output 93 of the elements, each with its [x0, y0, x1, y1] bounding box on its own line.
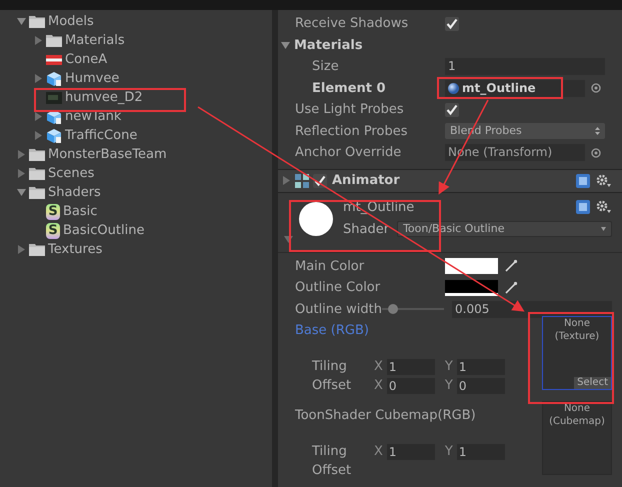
- property-label: Anchor Override: [295, 144, 402, 162]
- material-field[interactable]: mt_Outline: [445, 80, 585, 97]
- number-field[interactable]: 0: [386, 378, 435, 394]
- animator-icon: [294, 172, 310, 188]
- checkbox[interactable]: [445, 102, 459, 117]
- number-field[interactable]: 1: [445, 58, 605, 76]
- slot-text: (Cubemap): [549, 415, 605, 428]
- settings-icon[interactable]: [596, 174, 612, 188]
- property-label: Use Light Probes: [295, 101, 404, 119]
- object-picker-icon[interactable]: [591, 83, 601, 94]
- expanded-arrow-icon[interactable]: [284, 234, 293, 244]
- texture-icon: [46, 92, 62, 104]
- number-field[interactable]: 1: [456, 359, 505, 375]
- tree-item[interactable]: Basic: [63, 202, 98, 222]
- settings-icon[interactable]: [596, 200, 612, 214]
- number-field[interactable]: 1: [386, 359, 435, 375]
- tree-item[interactable]: Materials: [65, 30, 125, 50]
- slot-text: (Texture): [554, 330, 600, 343]
- property-label: Tiling: [312, 443, 348, 462]
- collapsed-arrow-icon[interactable]: [17, 150, 26, 159]
- axis-label: X: [374, 443, 383, 462]
- tree-item[interactable]: Models: [48, 12, 94, 32]
- folder-icon: [29, 186, 45, 199]
- property-label: Outline Color: [295, 279, 380, 297]
- tree-item[interactable]: BasicOutline: [63, 220, 144, 240]
- eyedropper-icon[interactable]: [504, 280, 518, 295]
- help-icon[interactable]: [576, 174, 590, 188]
- cube-icon: [46, 70, 62, 86]
- number-field[interactable]: 1: [456, 444, 505, 460]
- property-label: Main Color: [295, 258, 364, 276]
- property-label: ToonShader Cubemap(RGB): [295, 407, 476, 425]
- texture-icon: [46, 54, 62, 64]
- slider-thumb[interactable]: [388, 304, 398, 314]
- component-header[interactable]: Animator: [278, 168, 622, 192]
- color-swatch[interactable]: [445, 280, 498, 296]
- tree-item[interactable]: TrafficCone: [65, 126, 138, 146]
- folder-icon: [29, 15, 45, 28]
- axis-label: X: [374, 377, 383, 396]
- property-label: Tiling: [312, 358, 348, 376]
- collapsed-arrow-icon[interactable]: [17, 245, 26, 254]
- property-label: Reflection Probes: [295, 122, 408, 140]
- eyedropper-icon[interactable]: [504, 259, 518, 274]
- object-picker-icon[interactable]: [591, 148, 601, 158]
- collapsed-arrow-icon[interactable]: [34, 36, 43, 45]
- dropdown-caret-icon: [601, 227, 606, 232]
- folder-icon: [29, 243, 45, 256]
- axis-label: X: [374, 358, 383, 376]
- tree-item[interactable]: Shaders: [48, 182, 101, 202]
- collapsed-arrow-icon[interactable]: [34, 112, 43, 121]
- tree-item[interactable]: Scenes: [48, 164, 94, 184]
- texture-slot[interactable]: None (Texture) Select: [542, 316, 612, 390]
- collapsed-arrow-icon[interactable]: [34, 131, 43, 140]
- axis-label: Y: [444, 358, 453, 376]
- slot-text: None: [564, 402, 590, 415]
- tree-item[interactable]: ConeA: [65, 50, 108, 70]
- property-label: Receive Shadows: [295, 15, 408, 33]
- shader-icon: S: [46, 222, 60, 238]
- slot-text: None: [564, 317, 590, 330]
- number-field[interactable]: 0: [456, 378, 505, 394]
- expanded-arrow-icon[interactable]: [281, 40, 290, 50]
- checkbox[interactable]: [445, 16, 459, 31]
- property-label: Offset: [312, 377, 352, 396]
- dropdown-caret-icon: [595, 127, 600, 136]
- property-label: Outline width: [295, 300, 382, 318]
- expanded-arrow-icon[interactable]: [17, 17, 26, 26]
- folder-icon: [29, 148, 45, 161]
- axis-label: Y: [444, 443, 453, 462]
- tree-item[interactable]: MonsterBaseTeam: [48, 144, 167, 164]
- property-label: Element 0: [312, 80, 386, 98]
- color-swatch[interactable]: [445, 258, 498, 274]
- texture-slot[interactable]: None (Cubemap): [542, 401, 612, 475]
- number-field[interactable]: 1: [386, 444, 435, 460]
- sphere-icon: [448, 82, 459, 94]
- property-label: Base (RGB): [295, 322, 369, 340]
- folder-icon: [46, 34, 62, 47]
- tree-item[interactable]: Humvee: [65, 68, 120, 88]
- property-label: Size: [312, 58, 339, 76]
- expanded-arrow-icon[interactable]: [17, 188, 26, 197]
- tree-item[interactable]: Textures: [48, 240, 102, 260]
- select-button[interactable]: Select: [574, 377, 611, 389]
- property-label: Materials: [294, 36, 363, 54]
- property-label: Shader: [343, 220, 390, 238]
- collapsed-arrow-icon[interactable]: [17, 169, 26, 178]
- shader-icon: S: [46, 204, 60, 220]
- component-title: Animator: [332, 172, 400, 190]
- cube-icon: [46, 128, 62, 144]
- tree-item[interactable]: humvee_D2: [65, 88, 143, 108]
- property-label: Offset: [312, 462, 352, 480]
- help-icon[interactable]: [576, 200, 590, 214]
- material-preview-sphere: [299, 202, 333, 236]
- axis-label: Y: [444, 377, 453, 396]
- collapsed-arrow-icon[interactable]: [34, 74, 43, 83]
- folder-icon: [29, 167, 45, 180]
